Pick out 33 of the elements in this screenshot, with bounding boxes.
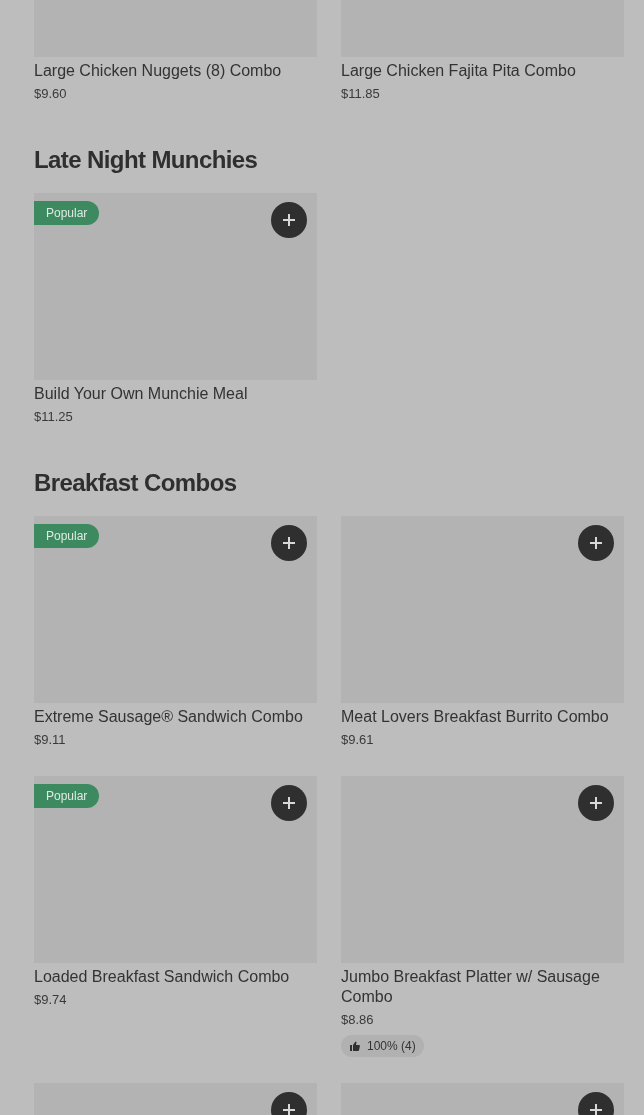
item-name: Extreme Sausage® Sandwich Combo: [34, 707, 304, 727]
plus-icon: [590, 1104, 602, 1115]
add-button[interactable]: [578, 525, 614, 561]
plus-icon: [283, 537, 295, 549]
popular-badge: Popular: [34, 201, 100, 225]
item-price: $11.25: [34, 408, 74, 426]
plus-icon: [283, 214, 295, 226]
add-button[interactable]: [578, 785, 614, 821]
popular-badge: Popular: [34, 524, 100, 548]
item-name: Large Chicken Fajita Pita Combo: [341, 61, 577, 81]
add-button[interactable]: [271, 525, 307, 561]
plus-icon: [590, 537, 602, 549]
item-name: Jumbo Breakfast Platter w/ Sausage Combo: [341, 967, 601, 1007]
popular-badge: Popular: [34, 784, 100, 808]
section-heading: Late Night Munchies: [34, 145, 259, 175]
item-price: $9.11: [34, 731, 67, 749]
section-heading: Breakfast Combos: [34, 468, 238, 498]
rating-badge: 100% (4): [341, 1035, 424, 1057]
item-price: $9.61: [341, 731, 375, 749]
item-name: Meat Lovers Breakfast Burrito Combo: [341, 707, 610, 727]
plus-icon: [590, 797, 602, 809]
add-button[interactable]: [271, 785, 307, 821]
plus-icon: [283, 797, 295, 809]
thumbs-up-icon: [349, 1040, 361, 1052]
item-price: $9.60: [34, 85, 68, 103]
item-price: $8.86: [341, 1011, 375, 1029]
item-name: Large Chicken Nuggets (8) Combo: [34, 61, 283, 81]
add-button[interactable]: [271, 202, 307, 238]
plus-icon: [283, 1104, 295, 1115]
item-price: $9.74: [34, 991, 68, 1009]
item-name: Loaded Breakfast Sandwich Combo: [34, 967, 291, 987]
item-price: $11.85: [341, 85, 381, 103]
item-name: Build Your Own Munchie Meal: [34, 384, 249, 404]
